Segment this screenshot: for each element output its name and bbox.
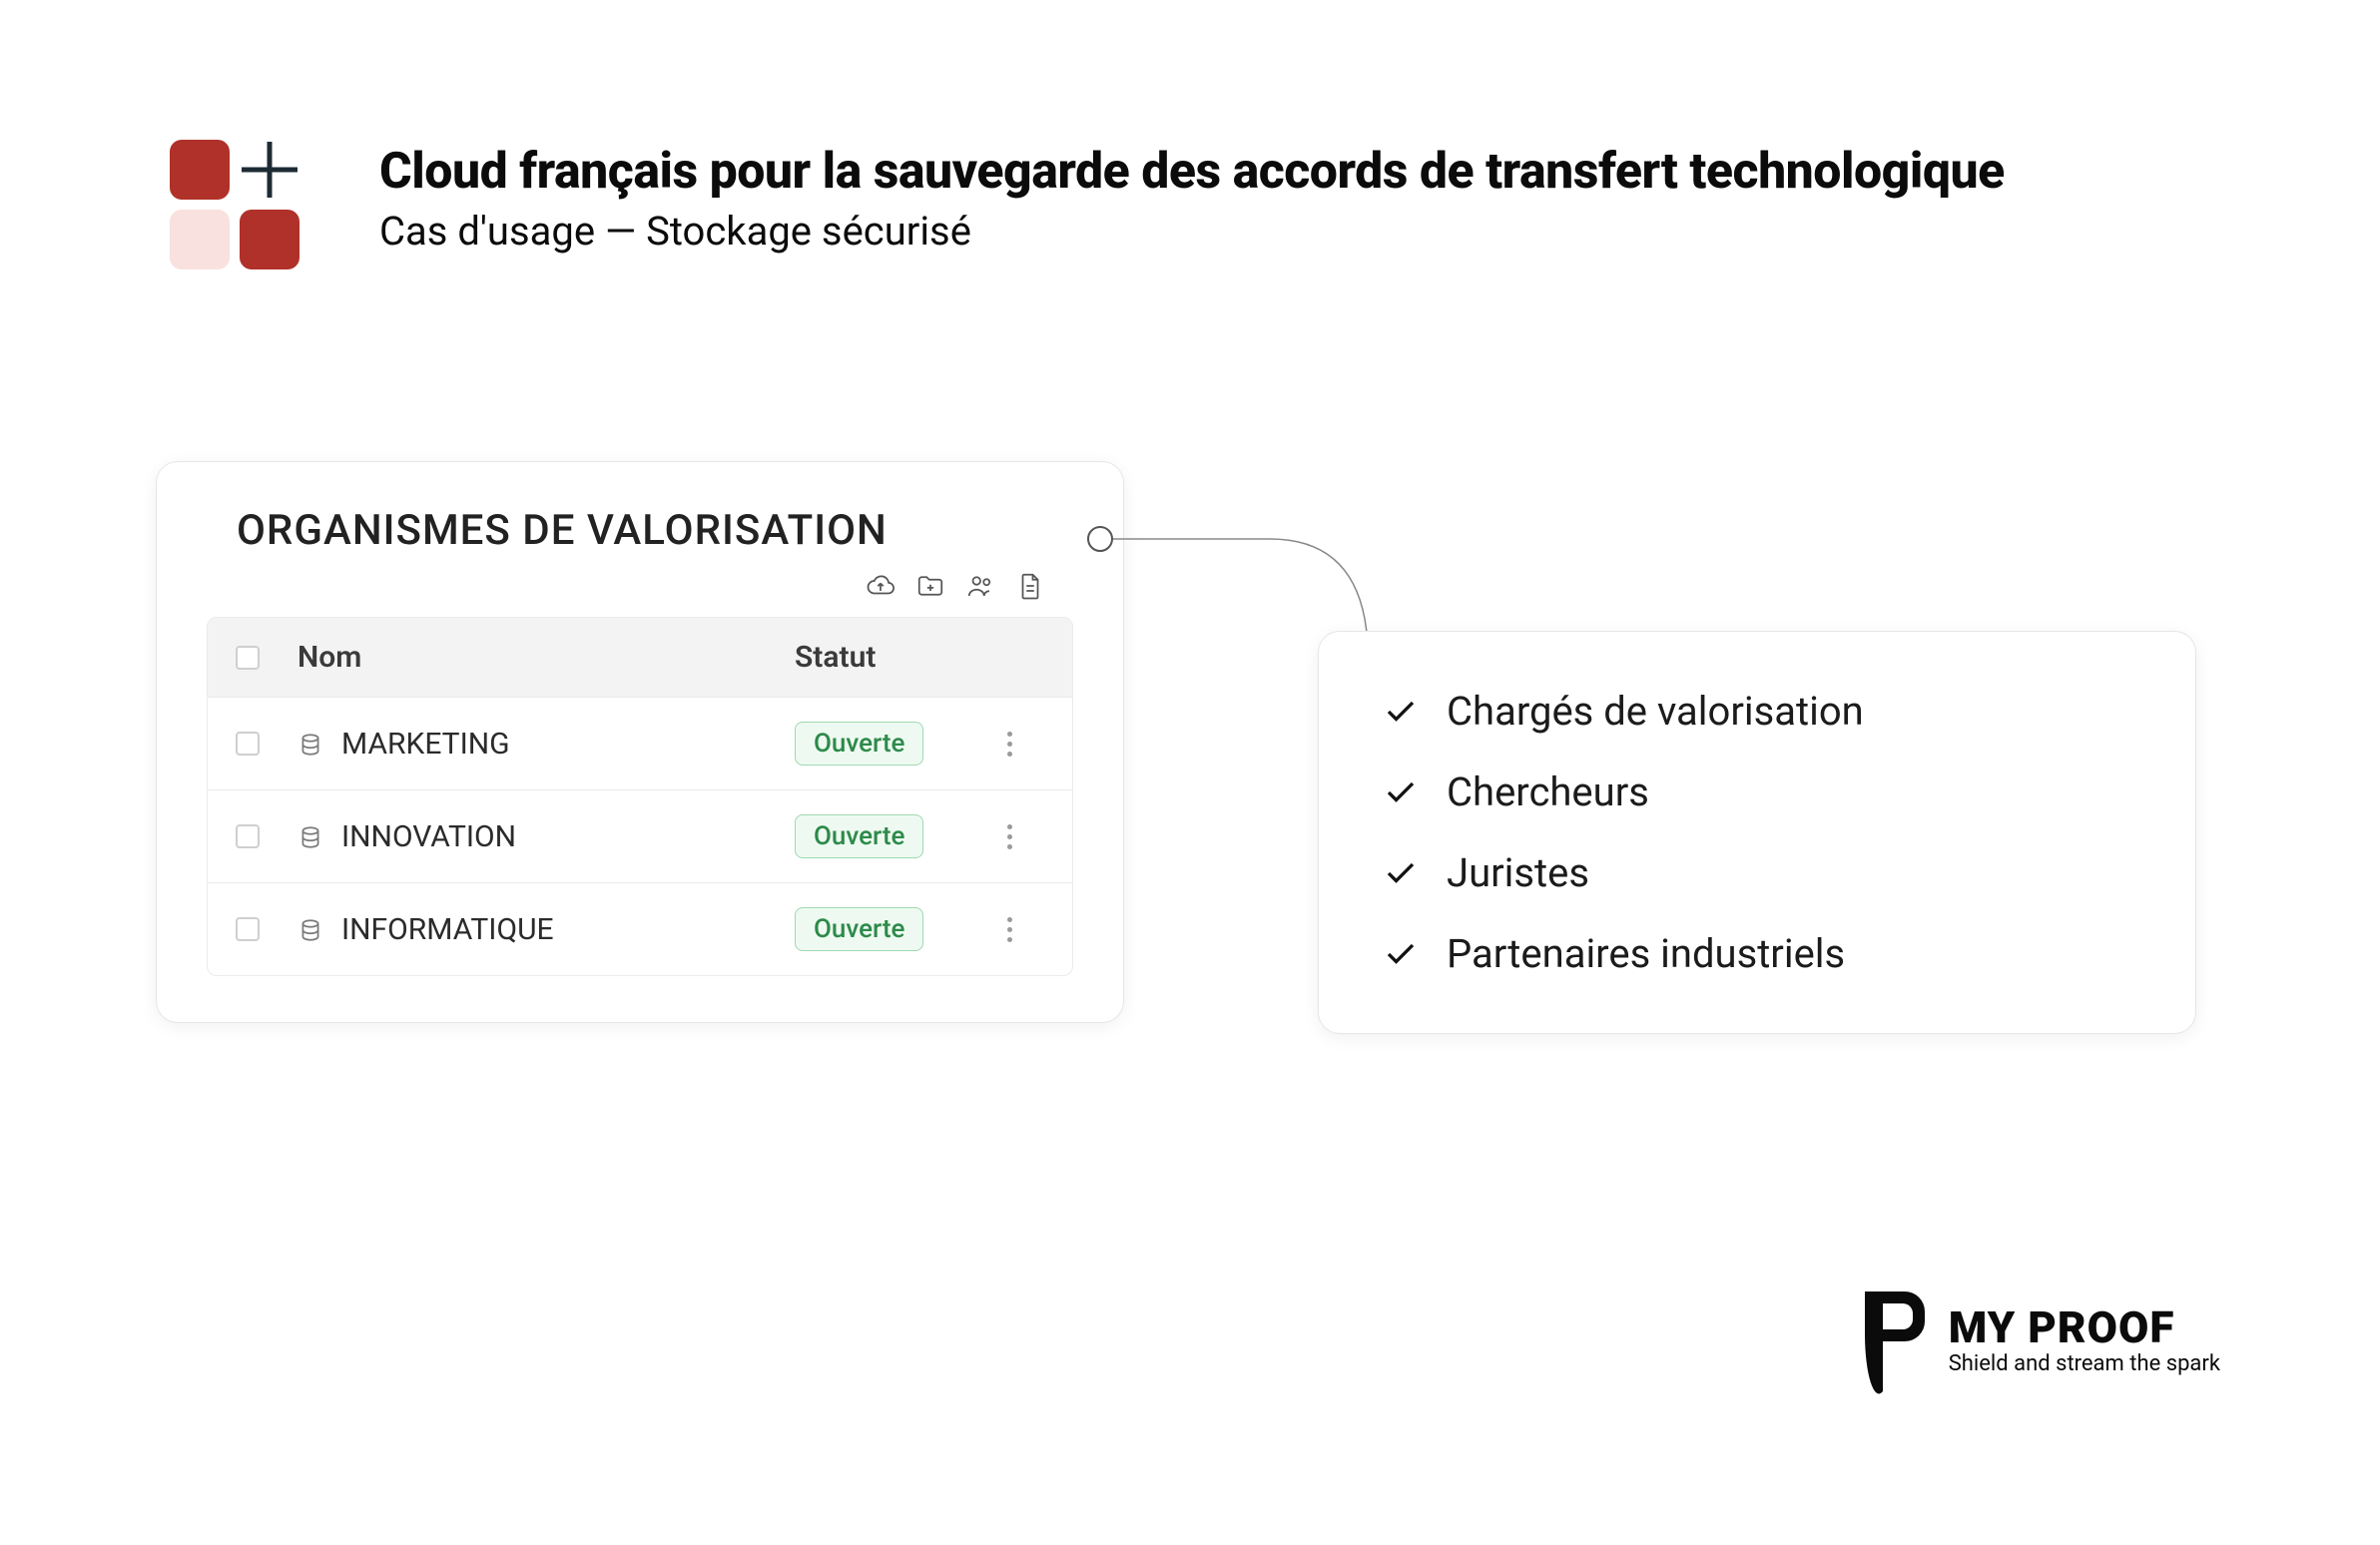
rooms-table: Nom Statut MARKETING Ouverte INNOVATION: [207, 617, 1073, 976]
database-icon: [298, 731, 323, 757]
room-name: INFORMATIQUE: [341, 912, 554, 947]
role-item: Juristes: [1383, 849, 2131, 896]
column-header-name[interactable]: Nom: [298, 640, 795, 675]
shield-icon: [1853, 1286, 1933, 1395]
status-badge: Ouverte: [795, 814, 923, 858]
row-menu-button[interactable]: [1001, 818, 1018, 855]
row-checkbox[interactable]: [236, 917, 260, 941]
plus-icon: [234, 134, 305, 206]
row-menu-button[interactable]: [1001, 911, 1018, 948]
select-all-checkbox[interactable]: [236, 646, 260, 670]
footer-brand: MY PROOF Shield and stream the spark: [1853, 1286, 2220, 1395]
header: Cloud français pour la sauvegarde des ac…: [170, 140, 2005, 289]
roles-panel: Chargés de valorisation Chercheurs Juris…: [1318, 631, 2196, 1034]
panel-title: ORGANISMES DE VALORISATION: [207, 506, 1073, 555]
table-row[interactable]: INFORMATIQUE Ouverte: [208, 882, 1072, 975]
brand-name: MY PROOF: [1949, 1305, 2220, 1349]
organismes-panel: ORGANISMES DE VALORISATION Nom Statut: [156, 461, 1124, 1023]
check-icon: [1383, 694, 1419, 730]
check-icon: [1383, 774, 1419, 810]
page-subtitle: Cas d'usage — Stockage sécurisé: [379, 208, 2005, 255]
row-checkbox[interactable]: [236, 732, 260, 756]
role-label: Partenaires industriels: [1447, 930, 1845, 977]
status-badge: Ouverte: [795, 907, 923, 951]
brand-tagline: Shield and stream the spark: [1949, 1351, 2220, 1376]
users-icon[interactable]: [965, 571, 995, 605]
table-row[interactable]: INNOVATION Ouverte: [208, 789, 1072, 882]
column-header-status[interactable]: Statut: [795, 640, 974, 675]
status-badge: Ouverte: [795, 722, 923, 766]
role-item: Chercheurs: [1383, 769, 2131, 815]
check-icon: [1383, 936, 1419, 972]
table-header: Nom Statut: [208, 618, 1072, 697]
room-name: MARKETING: [341, 727, 510, 762]
row-menu-button[interactable]: [1001, 726, 1018, 763]
file-icon[interactable]: [1015, 571, 1045, 605]
database-icon: [298, 823, 323, 849]
page-title: Cloud français pour la sauvegarde des ac…: [379, 144, 2005, 202]
role-label: Chercheurs: [1447, 769, 1649, 815]
role-item: Chargés de valorisation: [1383, 688, 2131, 735]
role-item: Partenaires industriels: [1383, 930, 2131, 977]
check-icon: [1383, 855, 1419, 891]
panel-toolbar: [207, 565, 1073, 617]
table-row[interactable]: MARKETING Ouverte: [208, 697, 1072, 789]
row-checkbox[interactable]: [236, 824, 260, 848]
app-logo: [170, 140, 319, 289]
folder-plus-icon[interactable]: [915, 571, 945, 605]
role-label: Juristes: [1447, 849, 1589, 896]
database-icon: [298, 916, 323, 942]
cloud-upload-icon[interactable]: [866, 571, 895, 605]
role-label: Chargés de valorisation: [1447, 688, 1864, 735]
room-name: INNOVATION: [341, 819, 516, 854]
